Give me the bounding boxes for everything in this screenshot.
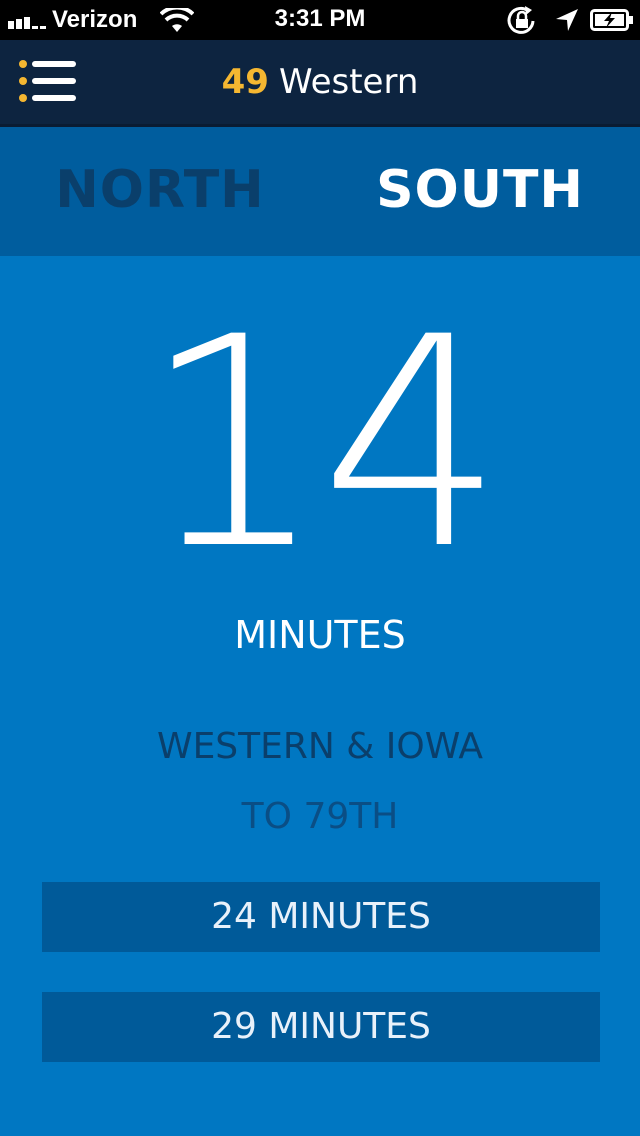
location-arrow-icon [556, 9, 578, 31]
battery-charging-icon [590, 9, 633, 31]
next-arrival-minutes: 14 [141, 276, 504, 613]
stop-name: WESTERN & IOWA [156, 726, 484, 767]
app-screen: Verizon 3:31 PM 49 Western NORTH SOUTH 1… [0, 0, 640, 1136]
destination: TO 79TH [241, 796, 399, 837]
tab-south[interactable]: SOUTH [320, 155, 640, 225]
direction-tabs: NORTH SOUTH [0, 127, 640, 256]
route-title: 49 Western [0, 60, 640, 104]
route-name: Western [278, 62, 419, 102]
nav-bar: 49 Western [0, 40, 640, 127]
upcoming-arrival: 24 MINUTES [42, 882, 600, 952]
status-time: 3:31 PM [274, 5, 366, 32]
upcoming-arrival: 29 MINUTES [42, 992, 600, 1062]
route-number: 49 [221, 62, 269, 102]
tab-north[interactable]: NORTH [0, 155, 320, 225]
orientation-lock-icon [507, 6, 535, 34]
status-bar: Verizon 3:31 PM [0, 0, 640, 40]
minutes-label: MINUTES [234, 613, 406, 657]
